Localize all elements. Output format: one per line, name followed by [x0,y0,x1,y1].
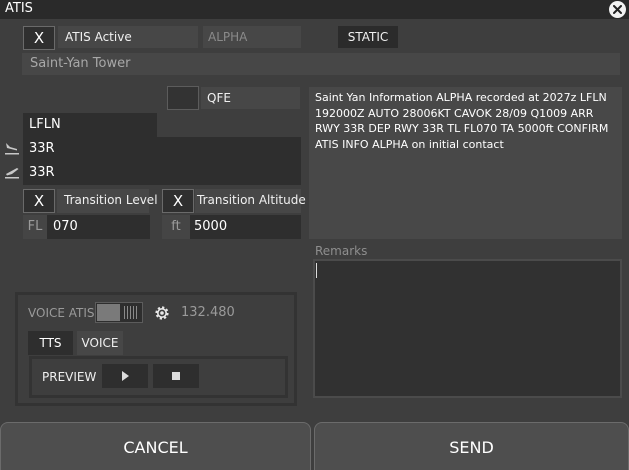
toggle-grip [124,306,138,319]
send-button[interactable]: SEND [314,422,629,470]
transition-level-label: Transition Level [64,193,158,207]
stop-icon [172,372,180,380]
transition-altitude-checkbox[interactable]: X [162,189,194,213]
cancel-button[interactable]: CANCEL [0,422,311,470]
transition-level-field[interactable]: 070 [47,215,150,239]
preview-stop-button[interactable] [153,364,199,388]
tab-tts[interactable]: TTS [28,331,73,355]
voice-atis-label: VOICE ATIS [28,306,95,320]
atis-text-area[interactable]: Saint Yan Information ALPHA recorded at … [309,87,622,239]
qfe-label: QFE [207,91,231,105]
station-name: Saint-Yan Tower [30,56,131,71]
title-bar [0,0,629,19]
plane-takeoff-icon [5,168,19,179]
toggle-knob [97,304,120,321]
departure-runway-field[interactable]: 33R [23,161,301,185]
transition-level-prefix: FL [23,215,47,239]
close-button[interactable] [609,1,626,18]
airport-field[interactable]: LFLN [23,113,157,137]
atis-active-label: ATIS Active [65,30,132,44]
tab-voice[interactable]: VOICE [77,331,123,355]
preview-play-button[interactable] [102,364,148,388]
close-icon [613,5,622,14]
transition-altitude-field[interactable]: 5000 [190,215,301,239]
static-mode-button[interactable]: STATIC [338,26,398,48]
transition-altitude-prefix: ft [162,215,190,239]
atis-active-checkbox[interactable]: X [23,26,55,50]
gear-icon[interactable] [153,304,171,322]
plane-landing-icon [5,143,19,155]
transition-level-checkbox[interactable]: X [23,189,55,213]
voice-atis-toggle[interactable] [95,302,143,323]
window-title: ATIS [5,1,33,16]
text-cursor [316,263,317,278]
transition-altitude-label: Transition Altitude [197,193,306,207]
voice-frequency: 132.480 [181,305,235,320]
play-icon [122,371,129,381]
qfe-checkbox[interactable] [167,86,199,110]
atis-letter: ALPHA [208,30,248,44]
remarks-input[interactable] [313,259,622,398]
remarks-label: Remarks [315,244,368,258]
arrival-runway-field[interactable]: 33R [23,137,301,161]
preview-label: PREVIEW [42,370,97,384]
